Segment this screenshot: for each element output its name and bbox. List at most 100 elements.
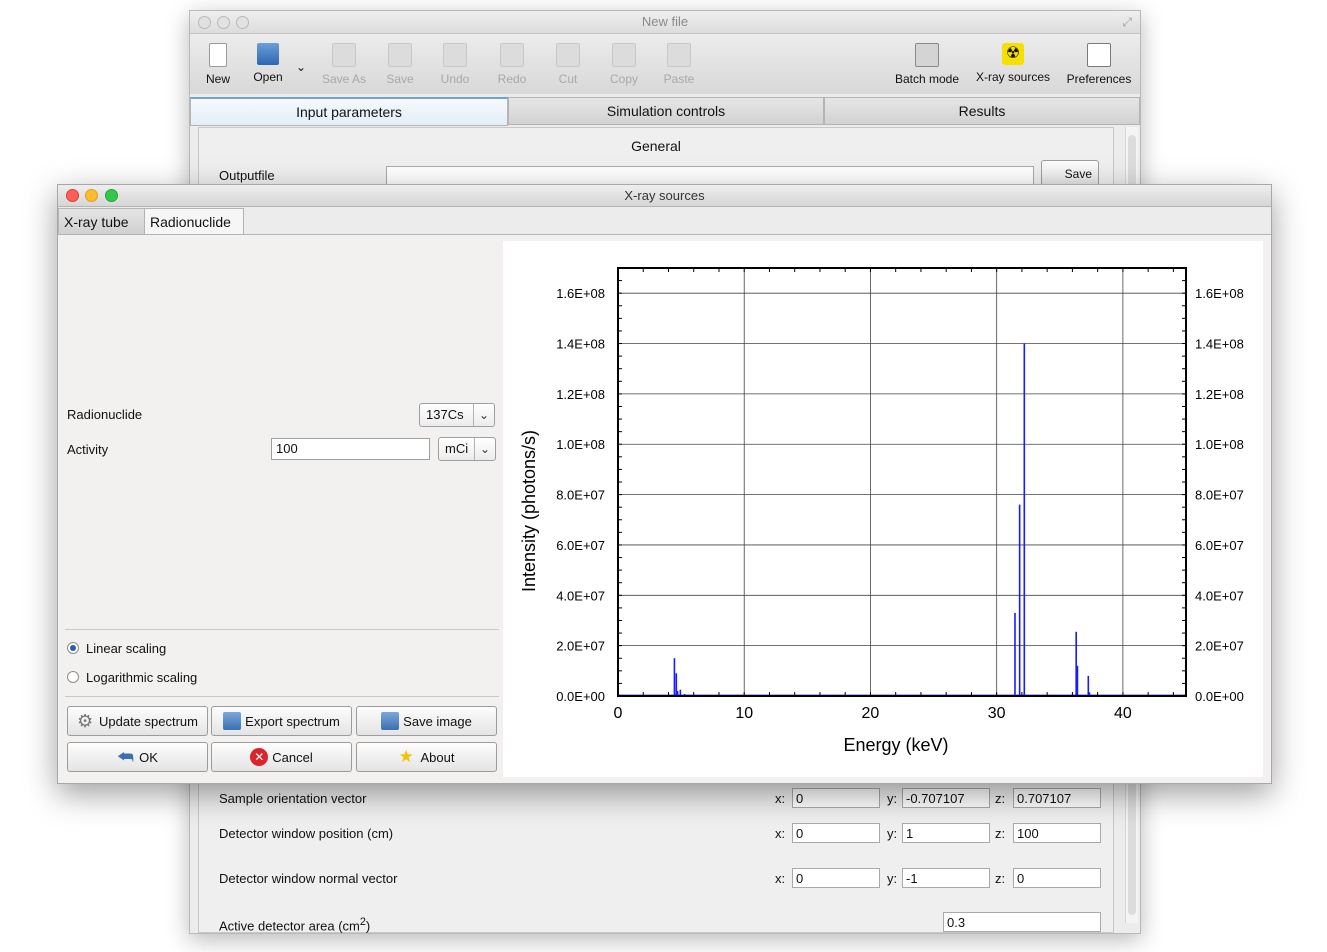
main-window-title: New file xyxy=(641,14,689,29)
return-arrow-icon: ⮪ xyxy=(117,747,134,767)
save-as-button[interactable]: Save As xyxy=(314,38,374,86)
y-tick-label-right: 6.0E+07 xyxy=(1195,538,1244,553)
save-as-icon xyxy=(332,43,356,67)
tab-simulation-controls[interactable]: Simulation controls xyxy=(508,97,824,125)
sample-orientation-y-input[interactable]: -0.707107 xyxy=(902,788,990,808)
paste-button[interactable]: Paste xyxy=(649,38,709,86)
export-icon xyxy=(223,712,242,730)
y-tick-label-right: 2.0E+07 xyxy=(1195,639,1244,654)
y-tick-label-left: 1.6E+08 xyxy=(556,286,605,301)
detector-window-position-y-input[interactable]: 1 xyxy=(902,823,990,843)
x-axis-label: Energy (keV) xyxy=(843,735,948,755)
cancel-icon: ✕ xyxy=(250,748,269,766)
gear-icon: ⚙ xyxy=(77,711,94,731)
activity-unit-select[interactable]: mCi ⌄ xyxy=(438,437,496,461)
sample-orientation-x-input[interactable]: 0 xyxy=(792,788,880,808)
linear-scaling-radio[interactable] xyxy=(67,642,79,654)
y-tick-label-right: 1.4E+08 xyxy=(1195,337,1244,352)
close-window-button[interactable] xyxy=(198,16,211,29)
divider xyxy=(65,696,499,697)
y-tick-label-right: 1.2E+08 xyxy=(1195,387,1244,402)
dialog-minimize-button[interactable] xyxy=(85,189,98,202)
batch-mode-button[interactable]: Batch mode xyxy=(890,38,964,86)
open-button[interactable]: Open xyxy=(238,38,298,84)
tab-results[interactable]: Results xyxy=(824,97,1140,125)
dialog-title: X-ray sources xyxy=(624,188,705,203)
x-ray-sources-button[interactable]: ☢ X-ray sources xyxy=(970,38,1056,84)
minimize-window-button[interactable] xyxy=(217,16,230,29)
x-tick-label: 0 xyxy=(614,705,623,722)
sample-orientation-label: Sample orientation vector xyxy=(219,791,367,806)
y-tick-label-right: 8.0E+07 xyxy=(1195,488,1244,503)
x-tick-label: 10 xyxy=(735,705,753,722)
cut-button[interactable]: Cut xyxy=(538,38,598,86)
linear-scaling-label[interactable]: Linear scaling xyxy=(86,641,166,656)
dialog-titlebar: X-ray sources xyxy=(58,185,1271,207)
about-button[interactable]: ★ About xyxy=(356,742,497,772)
spectrum-chart-panel: 0 10 20 30 40 0.0E+00 0.0E+00 2.0E+07 2.0E+07 4.0… xyxy=(503,241,1263,777)
open-folder-icon xyxy=(257,43,279,65)
y-label: y: xyxy=(887,791,898,806)
activity-label: Activity xyxy=(67,442,109,457)
detector-window-position-x-input[interactable]: 0 xyxy=(792,823,880,843)
save-image-button[interactable]: Save image xyxy=(356,706,497,736)
x-tick-label: 40 xyxy=(1114,705,1132,722)
active-detector-area-label: Active detector area (cm2) xyxy=(219,916,371,934)
save-outputfile-button[interactable]: Save xyxy=(1041,160,1099,186)
y-tick-label-left: 8.0E+07 xyxy=(556,488,605,503)
y-tick-label-left: 1.4E+08 xyxy=(556,337,605,352)
spectrum-chart: 0 10 20 30 40 0.0E+00 0.0E+00 2.0E+07 2.0E+07 4.0… xyxy=(519,267,1244,755)
batch-mode-icon xyxy=(915,43,939,67)
y-tick-label-right: 1.0E+08 xyxy=(1195,437,1244,452)
dialog-zoom-button[interactable] xyxy=(105,189,118,202)
y-tick-label-right: 0.0E+00 xyxy=(1195,689,1244,704)
detector-window-normal-y-input[interactable]: -1 xyxy=(902,868,990,888)
radionuclide-select[interactable]: 137Cs ⌄ xyxy=(419,403,495,427)
y-tick-label-left: 1.0E+08 xyxy=(556,437,605,452)
divider xyxy=(65,629,499,630)
tab-radionuclide[interactable]: Radionuclide xyxy=(144,208,244,236)
open-recent-chevron-icon[interactable]: ⌄ xyxy=(296,60,306,74)
detector-window-normal-label: Detector window normal vector xyxy=(219,871,398,886)
zoom-window-button[interactable] xyxy=(236,16,249,29)
y-tick-label-right: 1.6E+08 xyxy=(1195,286,1244,301)
logarithmic-scaling-label[interactable]: Logarithmic scaling xyxy=(86,670,197,685)
sample-orientation-z-input[interactable]: 0.707107 xyxy=(1013,788,1101,808)
x-label: x: xyxy=(775,871,786,886)
copy-button[interactable]: Copy xyxy=(594,38,654,86)
y-tick-label-left: 1.2E+08 xyxy=(556,387,605,402)
detector-window-normal-x-input[interactable]: 0 xyxy=(792,868,880,888)
logarithmic-scaling-radio[interactable] xyxy=(67,671,79,683)
y-tick-label-left: 4.0E+07 xyxy=(556,588,605,603)
activity-input[interactable]: 100 xyxy=(271,438,430,460)
section-title-general: General xyxy=(631,138,681,154)
chevron-down-icon: ⌄ xyxy=(473,404,494,426)
star-icon: ★ xyxy=(398,747,414,766)
tab-x-ray-tube[interactable]: X-ray tube xyxy=(58,208,146,236)
undo-icon xyxy=(443,43,467,67)
outputfile-input[interactable] xyxy=(386,166,1034,186)
outputfile-label: Outputfile xyxy=(219,168,275,183)
ok-button[interactable]: ⮪ OK xyxy=(67,742,208,772)
update-spectrum-button[interactable]: ⚙ Update spectrum xyxy=(67,706,208,736)
detector-window-position-label: Detector window position (cm) xyxy=(219,826,394,841)
fullscreen-icon[interactable]: ⤢ xyxy=(1122,11,1132,33)
x-tick-label: 20 xyxy=(862,705,880,722)
undo-button[interactable]: Undo xyxy=(425,38,485,86)
save-button[interactable]: Save xyxy=(370,38,430,86)
y-tick-label-left: 6.0E+07 xyxy=(556,538,605,553)
detector-window-position-z-input[interactable]: 100 xyxy=(1013,823,1101,843)
preferences-button[interactable]: Preferences xyxy=(1062,38,1136,86)
x-label: x: xyxy=(775,791,786,806)
cancel-button[interactable]: ✕ Cancel xyxy=(211,742,352,772)
tab-input-parameters[interactable]: Input parameters xyxy=(190,97,508,126)
z-label: z: xyxy=(995,826,1006,841)
export-spectrum-button[interactable]: Export spectrum xyxy=(211,706,352,736)
redo-button[interactable]: Redo xyxy=(482,38,542,86)
scissors-icon xyxy=(556,43,580,67)
copy-icon xyxy=(612,43,636,67)
main-toolbar: New Open ⌄ Save As Save Undo Redo Cut Co… xyxy=(190,34,1140,94)
dialog-close-button[interactable] xyxy=(66,189,79,202)
detector-window-normal-z-input[interactable]: 0 xyxy=(1013,868,1101,888)
active-detector-area-input[interactable]: 0.3 xyxy=(943,912,1101,932)
